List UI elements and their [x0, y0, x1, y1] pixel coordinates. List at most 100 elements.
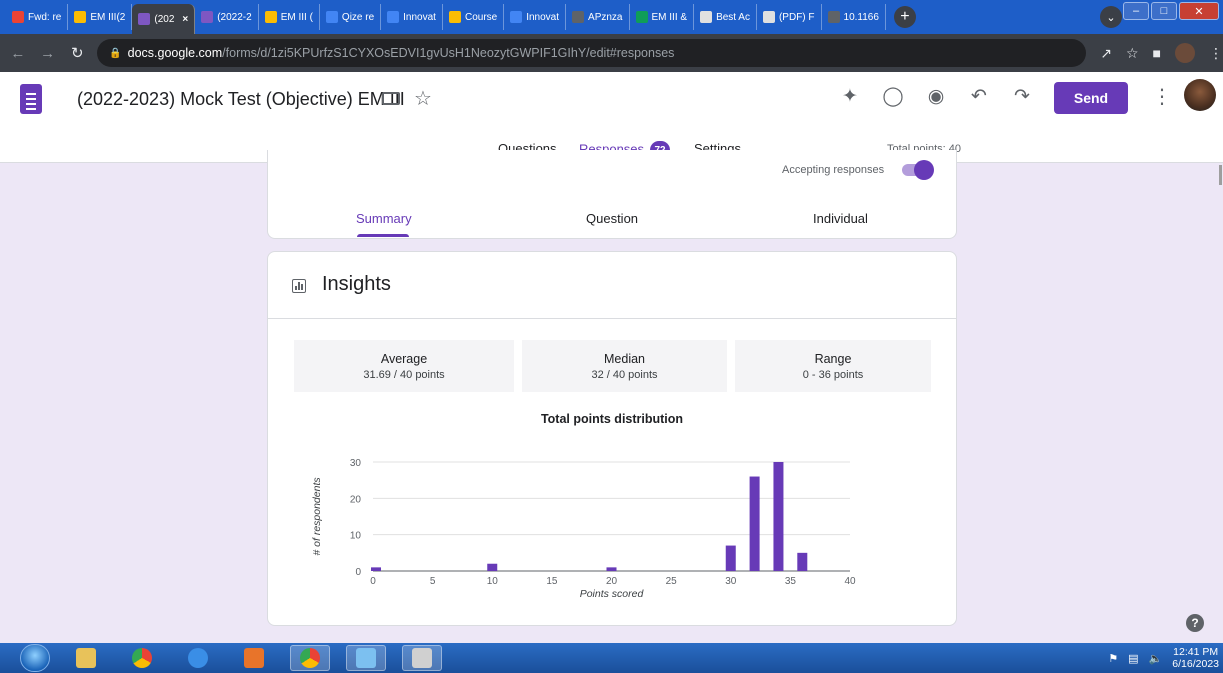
form-title[interactable]: (2022-2023) Mock Test (Objective) EM III	[77, 89, 405, 110]
send-button[interactable]: Send	[1054, 82, 1128, 114]
tab-favicon-icon	[387, 11, 400, 23]
x-tick-label: 40	[844, 576, 856, 587]
redo-icon[interactable]: ↷	[1010, 85, 1034, 108]
browser-tab[interactable]: Innovat	[381, 4, 443, 30]
tab-favicon-icon	[448, 11, 461, 23]
chrome-icon	[132, 648, 152, 668]
tab-favicon-icon	[201, 11, 214, 23]
bar	[725, 545, 736, 571]
tab-label: 10.1166	[843, 11, 879, 23]
palette-icon[interactable]: ◯	[881, 85, 905, 108]
subtab-question[interactable]: Question	[586, 211, 638, 226]
browser-tab[interactable]: 10.1166	[822, 4, 886, 30]
browser-menu-icon[interactable]: ⋮	[1209, 45, 1223, 62]
taskbar-chrome-active[interactable]	[290, 645, 330, 671]
x-tick-label: 0	[370, 576, 376, 587]
taskbar-explorer[interactable]	[66, 645, 106, 671]
url-host: docs.google.com	[127, 46, 223, 60]
browser-tab[interactable]: (PDF) F	[757, 4, 822, 30]
start-button[interactable]	[20, 644, 50, 672]
browser-tab[interactable]: Course	[443, 4, 505, 30]
taskbar-control-panel[interactable]	[346, 645, 386, 671]
help-icon[interactable]: ?	[1186, 614, 1204, 632]
stat-label: Average	[380, 352, 428, 366]
stat-value: 32 / 40 points	[591, 369, 658, 381]
close-tab-icon[interactable]: ×	[182, 14, 188, 25]
accepting-responses-toggle[interactable]	[902, 160, 934, 180]
back-button[interactable]: ←	[6, 45, 30, 62]
x-tick-label: 25	[666, 576, 678, 587]
browser-tab[interactable]: Best Ac	[694, 4, 757, 30]
tab-label: (202	[154, 13, 175, 25]
clock[interactable]: 12:41 PM 6/16/2023	[1172, 646, 1219, 670]
taskbar-ie[interactable]	[178, 645, 218, 671]
tab-favicon-icon	[325, 11, 338, 23]
media-player-icon	[244, 648, 264, 668]
browser-tab[interactable]: Innovat	[504, 4, 567, 30]
x-tick-label: 10	[487, 576, 499, 587]
maximize-button[interactable]: □	[1151, 2, 1177, 20]
x-tick-label: 30	[725, 576, 737, 587]
tab-label: Course	[464, 11, 498, 23]
folder-icon[interactable]	[382, 92, 400, 105]
share-icon[interactable]: ↗	[1100, 45, 1112, 62]
close-window-button[interactable]: ✕	[1179, 2, 1219, 20]
clock-date: 6/16/2023	[1172, 658, 1219, 670]
tab-label: Fwd: re	[28, 11, 62, 23]
more-options-icon[interactable]: ⋮	[1152, 84, 1172, 109]
undo-icon[interactable]: ↶	[967, 85, 991, 108]
bar	[606, 567, 617, 571]
network-icon[interactable]: ▤	[1128, 652, 1138, 665]
taskbar-chrome[interactable]	[122, 645, 162, 671]
tab-favicon-icon	[74, 11, 87, 23]
stat-value: 31.69 / 40 points	[363, 369, 445, 381]
browser-tab[interactable]: Fwd: re	[6, 4, 69, 30]
tab-label: (2022-2	[217, 11, 252, 23]
chart-title: Total points distribution	[540, 412, 684, 426]
tab-label: (PDF) F	[778, 11, 815, 23]
account-avatar[interactable]	[1184, 79, 1216, 111]
subtab-individual[interactable]: Individual	[813, 211, 868, 226]
bar	[773, 462, 784, 571]
browser-tab[interactable]: Qize re	[320, 4, 382, 30]
reload-button[interactable]: ↻	[65, 44, 89, 62]
tab-search-button[interactable]: ⌄	[1100, 6, 1122, 28]
url-field[interactable]: 🔒 docs.google.com/forms/d/1zi5KPUrfzS1CY…	[97, 39, 1087, 67]
addons-puzzle-icon[interactable]: ✦	[838, 85, 862, 108]
browser-tab[interactable]: (202 ×	[132, 4, 196, 34]
tab-label: Innovat	[526, 11, 560, 23]
minimize-button[interactable]: –	[1123, 2, 1149, 20]
profile-avatar[interactable]	[1175, 43, 1195, 63]
tab-favicon-icon	[572, 11, 585, 23]
bookmark-star-icon[interactable]: ☆	[1126, 45, 1139, 62]
y-tick-label: 10	[350, 531, 362, 542]
volume-icon[interactable]: 🔈	[1149, 652, 1163, 665]
insights-card: Insights Average 31.69 / 40 points Media…	[267, 251, 957, 626]
taskbar-media[interactable]	[234, 645, 274, 671]
tab-favicon-icon	[12, 11, 24, 23]
side-panel-icon[interactable]: ■	[1153, 45, 1161, 61]
x-axis-label: Points scored	[580, 588, 645, 600]
preview-eye-icon[interactable]: ◉	[924, 85, 948, 108]
accepting-responses-label: Accepting responses	[782, 164, 885, 176]
new-tab-button[interactable]: +	[893, 6, 916, 28]
flag-icon[interactable]: ⚑	[1108, 652, 1118, 665]
subtab-summary[interactable]: Summary	[356, 211, 412, 226]
browser-tab-strip: Fwd: re EM III(2 (202 × (2022-2 EM III (Qize …	[0, 0, 1223, 34]
star-icon[interactable]: ☆	[414, 86, 432, 111]
browser-tab[interactable]: (2022-2	[195, 4, 259, 30]
stat-average: Average 31.69 / 40 points	[294, 340, 514, 392]
taskbar-printer[interactable]	[402, 645, 442, 671]
x-tick-label: 5	[430, 576, 436, 587]
browser-tab[interactable]: EM III (	[259, 4, 320, 30]
scrollbar[interactable]	[1219, 165, 1222, 185]
forms-logo-icon[interactable]	[20, 84, 42, 114]
taskbar: ⚑ ▤ 🔈 12:41 PM 6/16/2023	[0, 643, 1223, 673]
bar	[487, 563, 498, 571]
browser-tab[interactable]: EM III(2	[68, 4, 133, 30]
browser-tab[interactable]: APznza	[566, 4, 630, 30]
divider	[268, 318, 956, 319]
browser-tab[interactable]: EM III &	[630, 4, 695, 30]
forward-button[interactable]: →	[36, 45, 60, 62]
responses-header-card: Accepting responses Summary Question Ind…	[267, 150, 957, 239]
